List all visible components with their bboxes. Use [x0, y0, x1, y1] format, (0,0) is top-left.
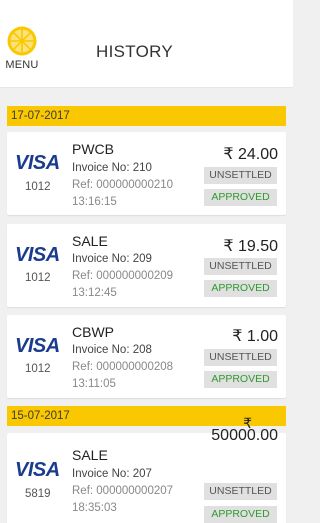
reference-number: Ref: 000000000209 [72, 270, 174, 282]
transaction-time: 13:16:15 [72, 196, 117, 208]
invoice-number: Invoice No: 208 [72, 344, 152, 356]
invoice-number: Invoice No: 209 [72, 253, 152, 265]
transaction-card[interactable]: VISA 1012 CBWP Invoice No: 208 Ref: 0000… [7, 315, 286, 398]
card-last4: 1012 [25, 181, 51, 193]
transaction-time: 18:35:03 [72, 502, 117, 514]
transaction-type: SALE [72, 233, 108, 249]
transaction-amount: 50000.00 [211, 427, 278, 444]
transaction-card[interactable]: VISA 1012 PWCB Invoice No: 210 Ref: 0000… [7, 132, 286, 215]
transaction-time: 13:12:45 [72, 287, 117, 299]
invoice-number: Invoice No: 210 [72, 162, 152, 174]
status-badge: APPROVED [204, 280, 277, 297]
page-title: HISTORY [96, 42, 174, 61]
invoice-number: Invoice No: 207 [72, 468, 152, 480]
transaction-card[interactable]: VISA 5819 SALE Invoice No: 207 Ref: 0000… [7, 415, 286, 523]
transaction-type: PWCB [72, 141, 114, 157]
settlement-badge: UNSETTLED [204, 483, 277, 500]
card-last4: 1012 [25, 272, 51, 284]
visa-logo-icon: VISA [15, 459, 60, 481]
transaction-time: 13:11:05 [72, 378, 116, 390]
card-last4: 5819 [25, 488, 51, 500]
visa-logo-icon: VISA [15, 335, 60, 357]
transaction-type: CBWP [72, 324, 114, 340]
menu-button[interactable]: MENU [4, 26, 40, 76]
status-badge: APPROVED [204, 506, 277, 523]
reference-number: Ref: 000000000210 [72, 179, 174, 191]
settlement-badge: UNSETTLED [204, 349, 277, 366]
visa-logo-icon: VISA [15, 152, 60, 174]
transaction-card[interactable]: VISA 1012 SALE Invoice No: 209 Ref: 0000… [7, 224, 286, 307]
date-header: 17-07-2017 [7, 106, 286, 126]
menu-label: MENU [5, 59, 39, 71]
lemon-slice-icon [7, 26, 37, 56]
status-badge: APPROVED [204, 371, 277, 388]
settlement-badge: UNSETTLED [204, 167, 277, 184]
transaction-type: SALE [72, 447, 108, 463]
status-badge: APPROVED [204, 189, 277, 206]
settlement-badge: UNSETTLED [204, 258, 277, 275]
transaction-amount: ₹ 24.00 [223, 146, 278, 163]
visa-logo-icon: VISA [15, 244, 60, 266]
reference-number: Ref: 000000000208 [72, 361, 174, 373]
app-header: MENU HISTORY [0, 0, 293, 88]
card-last4: 1012 [25, 363, 51, 375]
transaction-amount: ₹ 1.00 [232, 328, 278, 345]
reference-number: Ref: 000000000207 [72, 485, 174, 497]
transaction-amount: ₹ 19.50 [223, 238, 278, 255]
